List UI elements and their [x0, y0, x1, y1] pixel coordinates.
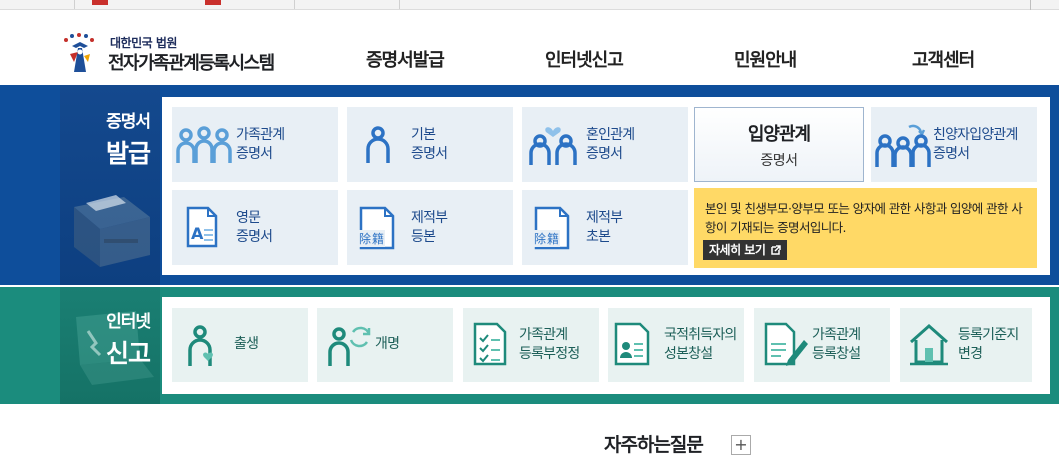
card-subtitle: 증명서 [760, 153, 798, 169]
stamp-text: 除籍 [534, 230, 561, 247]
card-label: 개명 [375, 336, 400, 352]
cert-marriage[interactable]: 혼인관계 증명서 [522, 107, 688, 182]
report-birth[interactable]: 출생 [172, 308, 308, 382]
cert-removed-register-extract[interactable]: 除籍 제적부 초본 [522, 190, 688, 265]
card-label: 기본 증명서 [411, 127, 448, 162]
svg-text:A: A [191, 224, 204, 243]
section-label-bottom: 신고 [105, 339, 151, 368]
card-label: 혼인관계 증명서 [586, 127, 635, 162]
adoption-tooltip: 본인 및 친생부모·양부모 또는 양자에 관한 사항과 입양에 관한 사항이 기… [694, 188, 1037, 268]
view-details-button[interactable]: 자세히 보기 [703, 240, 788, 260]
tab-divider [1030, 0, 1031, 10]
external-link-icon [771, 245, 781, 255]
view-details-label: 자세히 보기 [709, 243, 766, 257]
card-label: 등록기준지 변경 [958, 327, 1019, 362]
cert-full-adoption[interactable]: 친양자입양관계 증명서 [871, 107, 1037, 182]
section-label-top: 인터넷 [106, 312, 151, 332]
document-pen-icon [764, 322, 808, 366]
card-label: 가족관계 등록부정정 [519, 327, 580, 362]
printer-icon [74, 195, 150, 267]
english-document-icon: A [186, 206, 218, 248]
section-label-bottom: 발급 [105, 139, 151, 168]
court-emblem-icon [64, 33, 94, 72]
cert-english[interactable]: A 영문 증명서 [172, 190, 338, 265]
report-section-label: 인터넷 신고 [60, 307, 151, 370]
card-label: 가족관계 증명서 [236, 127, 285, 162]
card-label: 국적취득자의 성본창설 [664, 327, 737, 362]
faq-title[interactable]: 자주하는질문 [604, 430, 704, 457]
cert-basic[interactable]: 기본 증명서 [347, 107, 513, 182]
checklist-icon [473, 322, 507, 366]
site-header: 대한민국 법원 전자가족관계등록시스템 증명서발급 인터넷신고 민원안내 고객센… [0, 10, 1059, 85]
card-label: 제적부 초본 [586, 210, 623, 245]
section-label-top: 증명서 [106, 112, 151, 132]
tooltip-text: 본인 및 친생부모·양부모 또는 양자에 관한 사항과 입양에 관한 사항이 기… [705, 201, 1023, 235]
report-register-creation[interactable]: 가족관계 등록창설 [754, 308, 890, 382]
report-registration-base-change[interactable]: 등록기준지 변경 [900, 308, 1032, 382]
report-naturalized-surname[interactable]: 국적취득자의 성본창설 [608, 308, 744, 382]
id-card-icon [614, 322, 650, 366]
house-icon [910, 323, 948, 366]
gnb-certificate[interactable]: 증명서발급 [366, 46, 445, 72]
gnb-customer-center[interactable]: 고객센터 [912, 46, 975, 72]
cert-removed-register-copy[interactable]: 除籍 제적부 등본 [347, 190, 513, 265]
family-icon [176, 126, 232, 163]
removed-register-icon: 除籍 [359, 206, 403, 250]
person-icon [366, 126, 390, 163]
removed-register-icon: 除籍 [534, 206, 578, 250]
tab[interactable] [0, 0, 75, 9]
marriage-icon [529, 127, 577, 165]
faq-more-button[interactable]: + [731, 435, 751, 455]
cert-adoption[interactable]: 입양관계 증명서 [694, 107, 864, 182]
stamp-text: 除籍 [359, 230, 386, 247]
gnb-report[interactable]: 인터넷신고 [545, 46, 624, 72]
cert-family-relations[interactable]: 가족관계 증명서 [172, 107, 338, 182]
card-title: 입양관계 [747, 124, 811, 145]
certificate-section-label: 증명서 발급 [60, 107, 151, 170]
card-label: 영문 증명서 [236, 210, 273, 245]
card-label: 가족관계 등록창설 [812, 327, 861, 362]
report-rename[interactable]: 개명 [317, 308, 453, 382]
adopted-child-icon [875, 124, 931, 167]
rename-icon [328, 326, 371, 366]
tab[interactable] [300, 0, 400, 9]
site-logo[interactable]: 대한민국 법원 전자가족관계등록시스템 [58, 32, 288, 76]
card-label: 제적부 등본 [411, 210, 448, 245]
card-label: 친양자입양관계 증명서 [933, 127, 1018, 162]
report-register-correction[interactable]: 가족관계 등록부정정 [463, 308, 599, 382]
browser-tab-strip [0, 0, 1059, 10]
tab-favicon [92, 0, 108, 5]
tab-favicon [205, 0, 221, 5]
system-name: 전자가족관계등록시스템 [108, 53, 275, 74]
gnb-civil-guide[interactable]: 민원안내 [734, 46, 797, 72]
birth-icon [188, 325, 213, 366]
card-label: 출생 [234, 336, 259, 352]
